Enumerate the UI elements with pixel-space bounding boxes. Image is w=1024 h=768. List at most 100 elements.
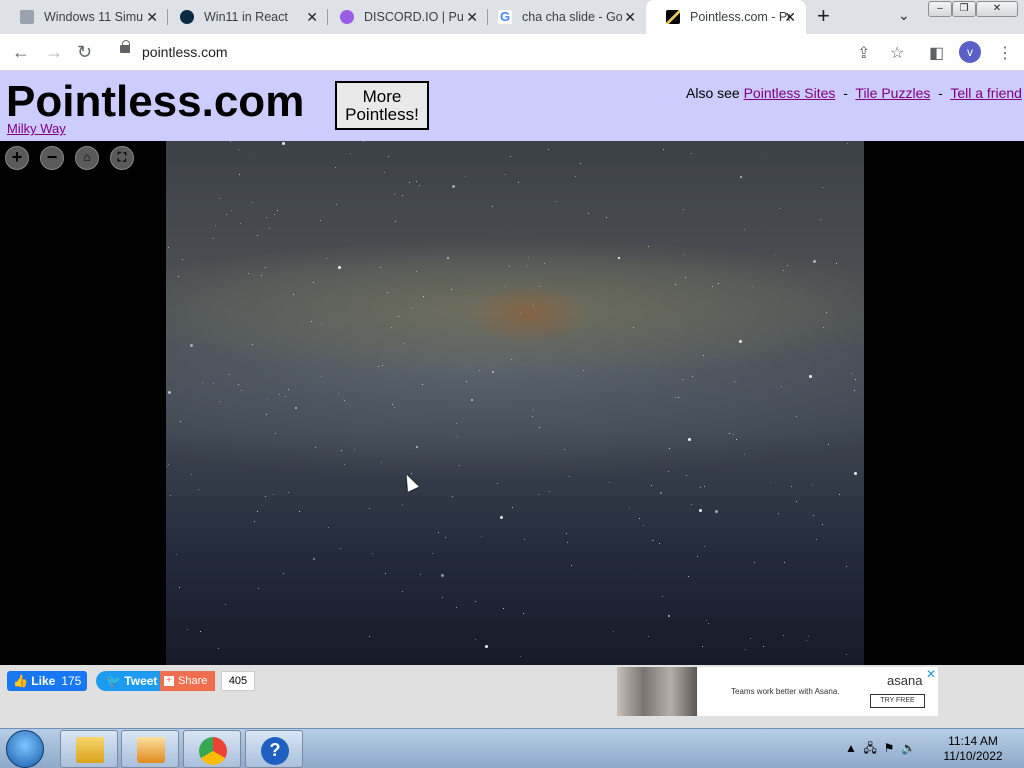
star: [575, 176, 576, 177]
star: [411, 308, 412, 309]
site-title[interactable]: Pointless.com: [6, 77, 304, 127]
window-close-button[interactable]: ✕: [976, 1, 1018, 17]
star: [481, 536, 482, 537]
ad-close-icon[interactable]: ✕: [926, 667, 936, 681]
ad-cta-button[interactable]: TRY FREE: [870, 694, 925, 708]
zoom-in-icon[interactable]: +: [5, 146, 29, 170]
star: [706, 620, 707, 621]
home-icon[interactable]: ⌂: [75, 146, 99, 170]
star: [510, 156, 511, 157]
star: [783, 270, 784, 271]
star: [822, 524, 823, 525]
reload-icon[interactable]: ↻: [77, 42, 92, 62]
share-button[interactable]: + Share: [160, 671, 215, 691]
star: [688, 576, 689, 577]
star: [252, 202, 253, 203]
star: [190, 344, 193, 347]
tab-pointless[interactable]: Pointless.com - Po ✕: [646, 0, 806, 34]
pointless-sites-link[interactable]: Pointless Sites: [744, 85, 836, 101]
more-pointless-button[interactable]: More Pointless!: [335, 81, 429, 130]
star: [509, 266, 510, 267]
star: [538, 494, 539, 495]
star: [279, 394, 280, 395]
star: [248, 273, 249, 274]
system-tray-icons[interactable]: ▲ 🖧 ⚑ 🔊: [845, 739, 916, 760]
star: [398, 316, 399, 317]
star: [750, 638, 751, 639]
star: [275, 433, 276, 434]
close-icon[interactable]: ✕: [624, 9, 636, 25]
new-tab-button[interactable]: +: [817, 5, 830, 27]
folder-icon: [76, 737, 104, 763]
milky-way-image[interactable]: [166, 141, 864, 665]
url-text[interactable]: pointless.com: [142, 44, 228, 60]
star: [385, 573, 386, 574]
star: [512, 507, 513, 508]
star: [219, 198, 220, 199]
star: [475, 601, 476, 602]
star: [459, 465, 460, 466]
menu-kebab-icon[interactable]: ⋮: [997, 43, 1013, 63]
close-icon[interactable]: ✕: [784, 9, 796, 25]
clock[interactable]: 11:14 AM 11/10/2022: [940, 734, 1006, 764]
tab-discord[interactable]: DISCORD.IO | Pub ✕: [320, 0, 488, 34]
star: [432, 553, 433, 554]
bookmark-star-icon[interactable]: ☆: [890, 43, 904, 63]
tile-puzzles-link[interactable]: Tile Puzzles: [855, 85, 930, 101]
close-icon[interactable]: ✕: [466, 9, 478, 25]
star: [511, 359, 512, 360]
star: [754, 562, 755, 563]
explorer-taskbar-button[interactable]: [60, 730, 118, 768]
asana-ad[interactable]: asana Teams work better with Asana. TRY …: [617, 667, 938, 716]
help-taskbar-button[interactable]: ?: [245, 730, 303, 768]
tab-win11-react[interactable]: Win11 in React ✕: [160, 0, 328, 34]
star: [505, 174, 506, 175]
tweet-button[interactable]: 🐦 Tweet: [96, 671, 162, 691]
star: [648, 246, 649, 247]
back-arrow-icon[interactable]: ←: [12, 42, 30, 62]
full-screen-icon[interactable]: ⛶: [110, 146, 134, 170]
thumbs-up-icon: 👍: [13, 674, 28, 688]
footer-bar: 👍 Like 175 🐦 Tweet + Share 405 asana Tea…: [0, 665, 1024, 728]
lock-icon[interactable]: [120, 40, 130, 53]
restore-button[interactable]: ❐: [952, 1, 976, 17]
star: [419, 185, 420, 186]
react-icon: [180, 10, 194, 24]
tab-google[interactable]: G cha cha slide - Go ✕: [478, 0, 646, 34]
image-viewer[interactable]: + − ⌂ ⛶: [0, 141, 1024, 665]
minimize-button[interactable]: –: [928, 1, 952, 17]
omnibox[interactable]: pointless.com: [108, 37, 908, 67]
tell-a-friend-link[interactable]: Tell a friend: [950, 85, 1022, 101]
star: [715, 510, 718, 513]
side-panel-icon[interactable]: ◧: [929, 43, 944, 63]
star: [283, 573, 284, 574]
star: [238, 384, 239, 385]
star: [691, 504, 692, 505]
profile-avatar[interactable]: v: [959, 41, 981, 63]
star: [820, 219, 821, 220]
star: [340, 548, 341, 549]
star: [438, 532, 439, 533]
star: [178, 276, 179, 277]
tab-windows11[interactable]: Windows 11 Simu ✕: [0, 0, 168, 34]
chrome-taskbar-button[interactable]: [183, 730, 241, 768]
google-icon: G: [498, 9, 512, 24]
zoom-out-icon[interactable]: −: [40, 146, 64, 170]
star: [652, 540, 653, 541]
facebook-like-button[interactable]: 👍 Like 175: [7, 671, 87, 691]
media-player-taskbar-button[interactable]: [121, 730, 179, 768]
star: [381, 462, 382, 463]
tab-search-chevron-icon[interactable]: ⌄: [898, 7, 910, 24]
close-icon[interactable]: ✕: [146, 9, 158, 25]
share-icon[interactable]: ⇪: [857, 43, 870, 63]
forward-arrow-icon[interactable]: →: [45, 42, 63, 62]
milky-way-link[interactable]: Milky Way: [7, 121, 66, 136]
start-button[interactable]: [6, 730, 44, 768]
star: [569, 476, 570, 477]
star: [662, 596, 663, 597]
star: [295, 407, 297, 409]
close-icon[interactable]: ✕: [306, 9, 318, 25]
star: [176, 554, 177, 555]
star: [218, 648, 219, 649]
star: [254, 521, 255, 522]
